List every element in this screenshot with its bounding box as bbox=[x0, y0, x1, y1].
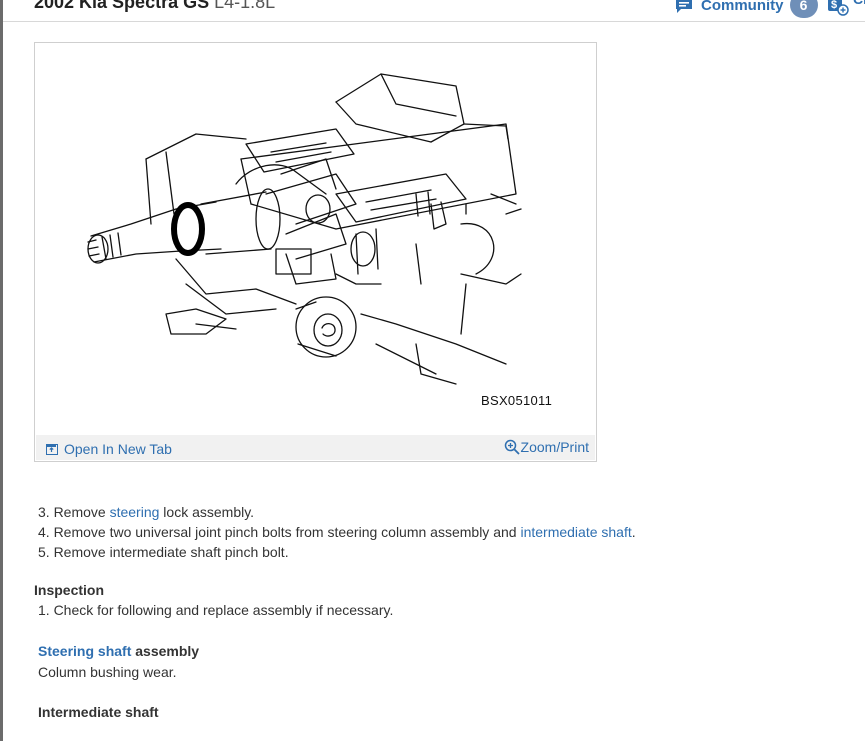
svg-text:$: $ bbox=[831, 0, 837, 11]
steering-shaft-suffix: assembly bbox=[131, 643, 200, 659]
vehicle-title: 2002 Kia Spectra GS L4-1.8L bbox=[34, 0, 275, 13]
open-new-tab-link[interactable]: Open In New Tab bbox=[46, 441, 172, 457]
step-3-suffix: lock assembly. bbox=[159, 504, 255, 520]
steering-shaft-link[interactable]: Steering shaft bbox=[38, 643, 131, 659]
zoom-icon bbox=[504, 439, 520, 455]
vehicle-engine: L4-1.8L bbox=[214, 0, 276, 12]
zoom-print-label: Zoom/Print bbox=[520, 439, 589, 455]
zoom-print-link[interactable]: Zoom/Print bbox=[504, 439, 589, 455]
step-5: 5. Remove intermediate shaft pinch bolt. bbox=[38, 544, 289, 560]
steering-column-diagram[interactable]: BSX051011 bbox=[36, 44, 595, 436]
vehicle-name: 2002 Kia Spectra GS bbox=[34, 0, 210, 12]
community-count-badge: 6 bbox=[789, 0, 818, 18]
open-tab-icon bbox=[46, 443, 58, 455]
community-button[interactable]: Community 6 bbox=[675, 0, 818, 18]
step-4-suffix: . bbox=[631, 524, 636, 540]
header-bar: 2002 Kia Spectra GS L4-1.8L Community 6 … bbox=[3, 0, 865, 22]
community-label: Community bbox=[701, 0, 784, 14]
figure-footer: Open In New Tab Zoom/Print bbox=[36, 435, 595, 460]
steering-shaft-description: Column bushing wear. bbox=[38, 664, 177, 680]
dollar-add-icon[interactable]: $ bbox=[827, 0, 849, 16]
open-tab-label: Open In New Tab bbox=[64, 441, 172, 457]
intermediate-shaft-heading: Intermediate shaft bbox=[38, 704, 159, 720]
header-action-label[interactable]: Ci bbox=[853, 0, 865, 7]
chat-icon bbox=[675, 0, 693, 13]
page: 2002 Kia Spectra GS L4-1.8L Community 6 … bbox=[0, 0, 865, 741]
steering-link[interactable]: steering bbox=[110, 504, 160, 520]
step-4: 4. Remove two universal joint pinch bolt… bbox=[38, 522, 636, 542]
procedure-steps: 3. Remove steering lock assembly. 4. Rem… bbox=[38, 502, 636, 562]
step-4-text: 4. Remove two universal joint pinch bolt… bbox=[38, 524, 521, 540]
inspection-step-1: 1. Check for following and replace assem… bbox=[38, 602, 394, 618]
left-border bbox=[0, 0, 3, 741]
inspection-heading: Inspection bbox=[34, 582, 105, 598]
steering-shaft-heading: Steering shaft assembly bbox=[38, 643, 199, 659]
step-3-text: 3. Remove bbox=[38, 504, 110, 520]
step-3: 3. Remove steering lock assembly. bbox=[38, 502, 636, 522]
diagram-code: BSX051011 bbox=[481, 393, 553, 408]
figure-container: BSX051011 Open In New Tab Zoom/Print bbox=[34, 42, 597, 462]
intermediate-shaft-link[interactable]: intermediate shaft bbox=[520, 524, 631, 540]
